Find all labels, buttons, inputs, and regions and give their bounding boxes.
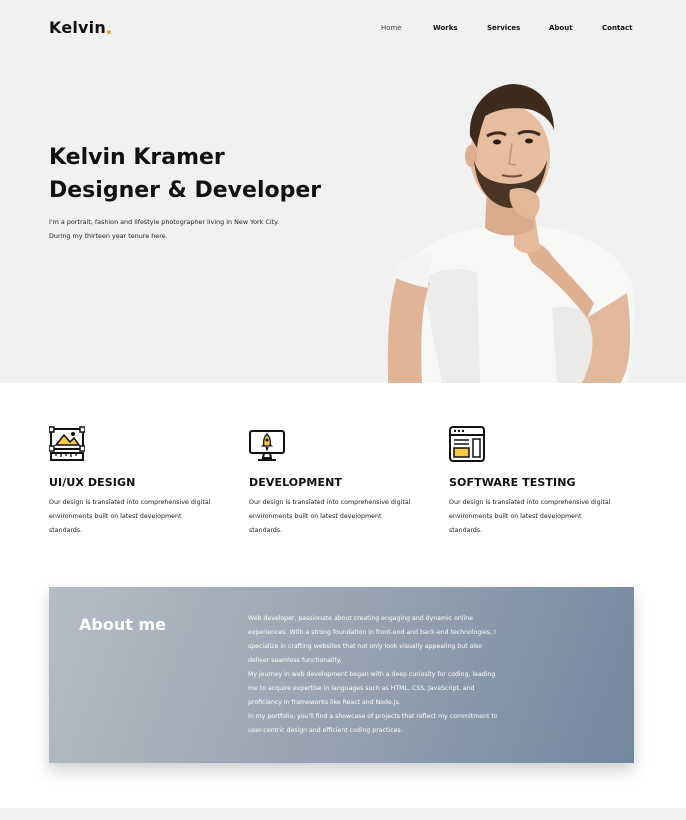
service-description-line: standards.	[249, 527, 283, 534]
service-card-uiux: UI/UX DESIGN Our design is translated in…	[49, 426, 234, 538]
about-line: In my portfolio, you'll find a showcase …	[248, 713, 498, 720]
about-title: About me	[79, 615, 166, 634]
service-card-development: DEVELOPMENT Our design is translated int…	[249, 426, 434, 538]
nav-services[interactable]: Services	[487, 24, 520, 32]
about-line: me to acquire expertise in languages suc…	[248, 685, 475, 692]
nav-about[interactable]: About	[549, 24, 573, 32]
hero-description-line: I'm a portrait, fashion and lifestyle ph…	[49, 218, 280, 226]
browser-layout-icon	[449, 426, 485, 462]
service-description-line: environments built on latest development	[449, 513, 582, 520]
about-line: My journey in web development began with…	[248, 671, 496, 678]
service-description-line: Our design is translated into comprehens…	[249, 499, 411, 506]
service-description-line: Our design is translated into comprehens…	[449, 499, 611, 506]
service-description: Our design is translated into comprehens…	[449, 496, 634, 538]
about-section: About me Web developer, passionate about…	[49, 587, 634, 763]
nav-contact[interactable]: Contact	[602, 24, 633, 32]
service-description-line: standards.	[449, 527, 483, 534]
hero-description: I'm a portrait, fashion and lifestyle ph…	[49, 215, 319, 243]
service-title: DEVELOPMENT	[249, 476, 342, 489]
service-description-line: Our design is translated into comprehens…	[49, 499, 211, 506]
service-title: SOFTWARE TESTING	[449, 476, 576, 489]
about-line: Web developer, passionate about creating…	[248, 615, 473, 622]
service-description: Our design is translated into comprehens…	[249, 496, 434, 538]
design-board-icon	[49, 426, 85, 461]
hero-section: Kelvin Home Works Services About Contact…	[0, 0, 686, 383]
main-nav: Home Works Services About Contact	[0, 24, 686, 38]
about-line: experiences. With a strong foundation in…	[248, 629, 496, 636]
service-description-line: environments built on latest development	[249, 513, 382, 520]
nav-works[interactable]: Works	[433, 24, 458, 32]
service-description-line: environments built on latest development	[49, 513, 182, 520]
about-line: deliver seamless functionality.	[248, 657, 342, 664]
hero-role: Designer & Developer	[49, 178, 322, 203]
hero-title: Kelvin Kramer Designer & Developer	[49, 141, 321, 207]
hero-description-line: During my thirteen year tenure here.	[49, 232, 168, 240]
service-title: UI/UX DESIGN	[49, 476, 136, 489]
service-description-line: standards.	[49, 527, 83, 534]
footer-strip	[0, 808, 686, 820]
portrait-image	[386, 84, 635, 383]
about-line: user-centric design and efficient coding…	[248, 727, 403, 734]
about-line: specialize in crafting websites that not…	[248, 643, 483, 650]
about-line: proficiency in frameworks like React and…	[248, 699, 401, 706]
nav-home[interactable]: Home	[381, 24, 402, 32]
service-description: Our design is translated into comprehens…	[49, 496, 234, 538]
about-description: Web developer, passionate about creating…	[248, 612, 538, 738]
service-card-testing: SOFTWARE TESTING Our design is translate…	[449, 426, 634, 538]
hero-name: Kelvin Kramer	[49, 145, 225, 170]
monitor-rocket-icon	[249, 430, 285, 461]
